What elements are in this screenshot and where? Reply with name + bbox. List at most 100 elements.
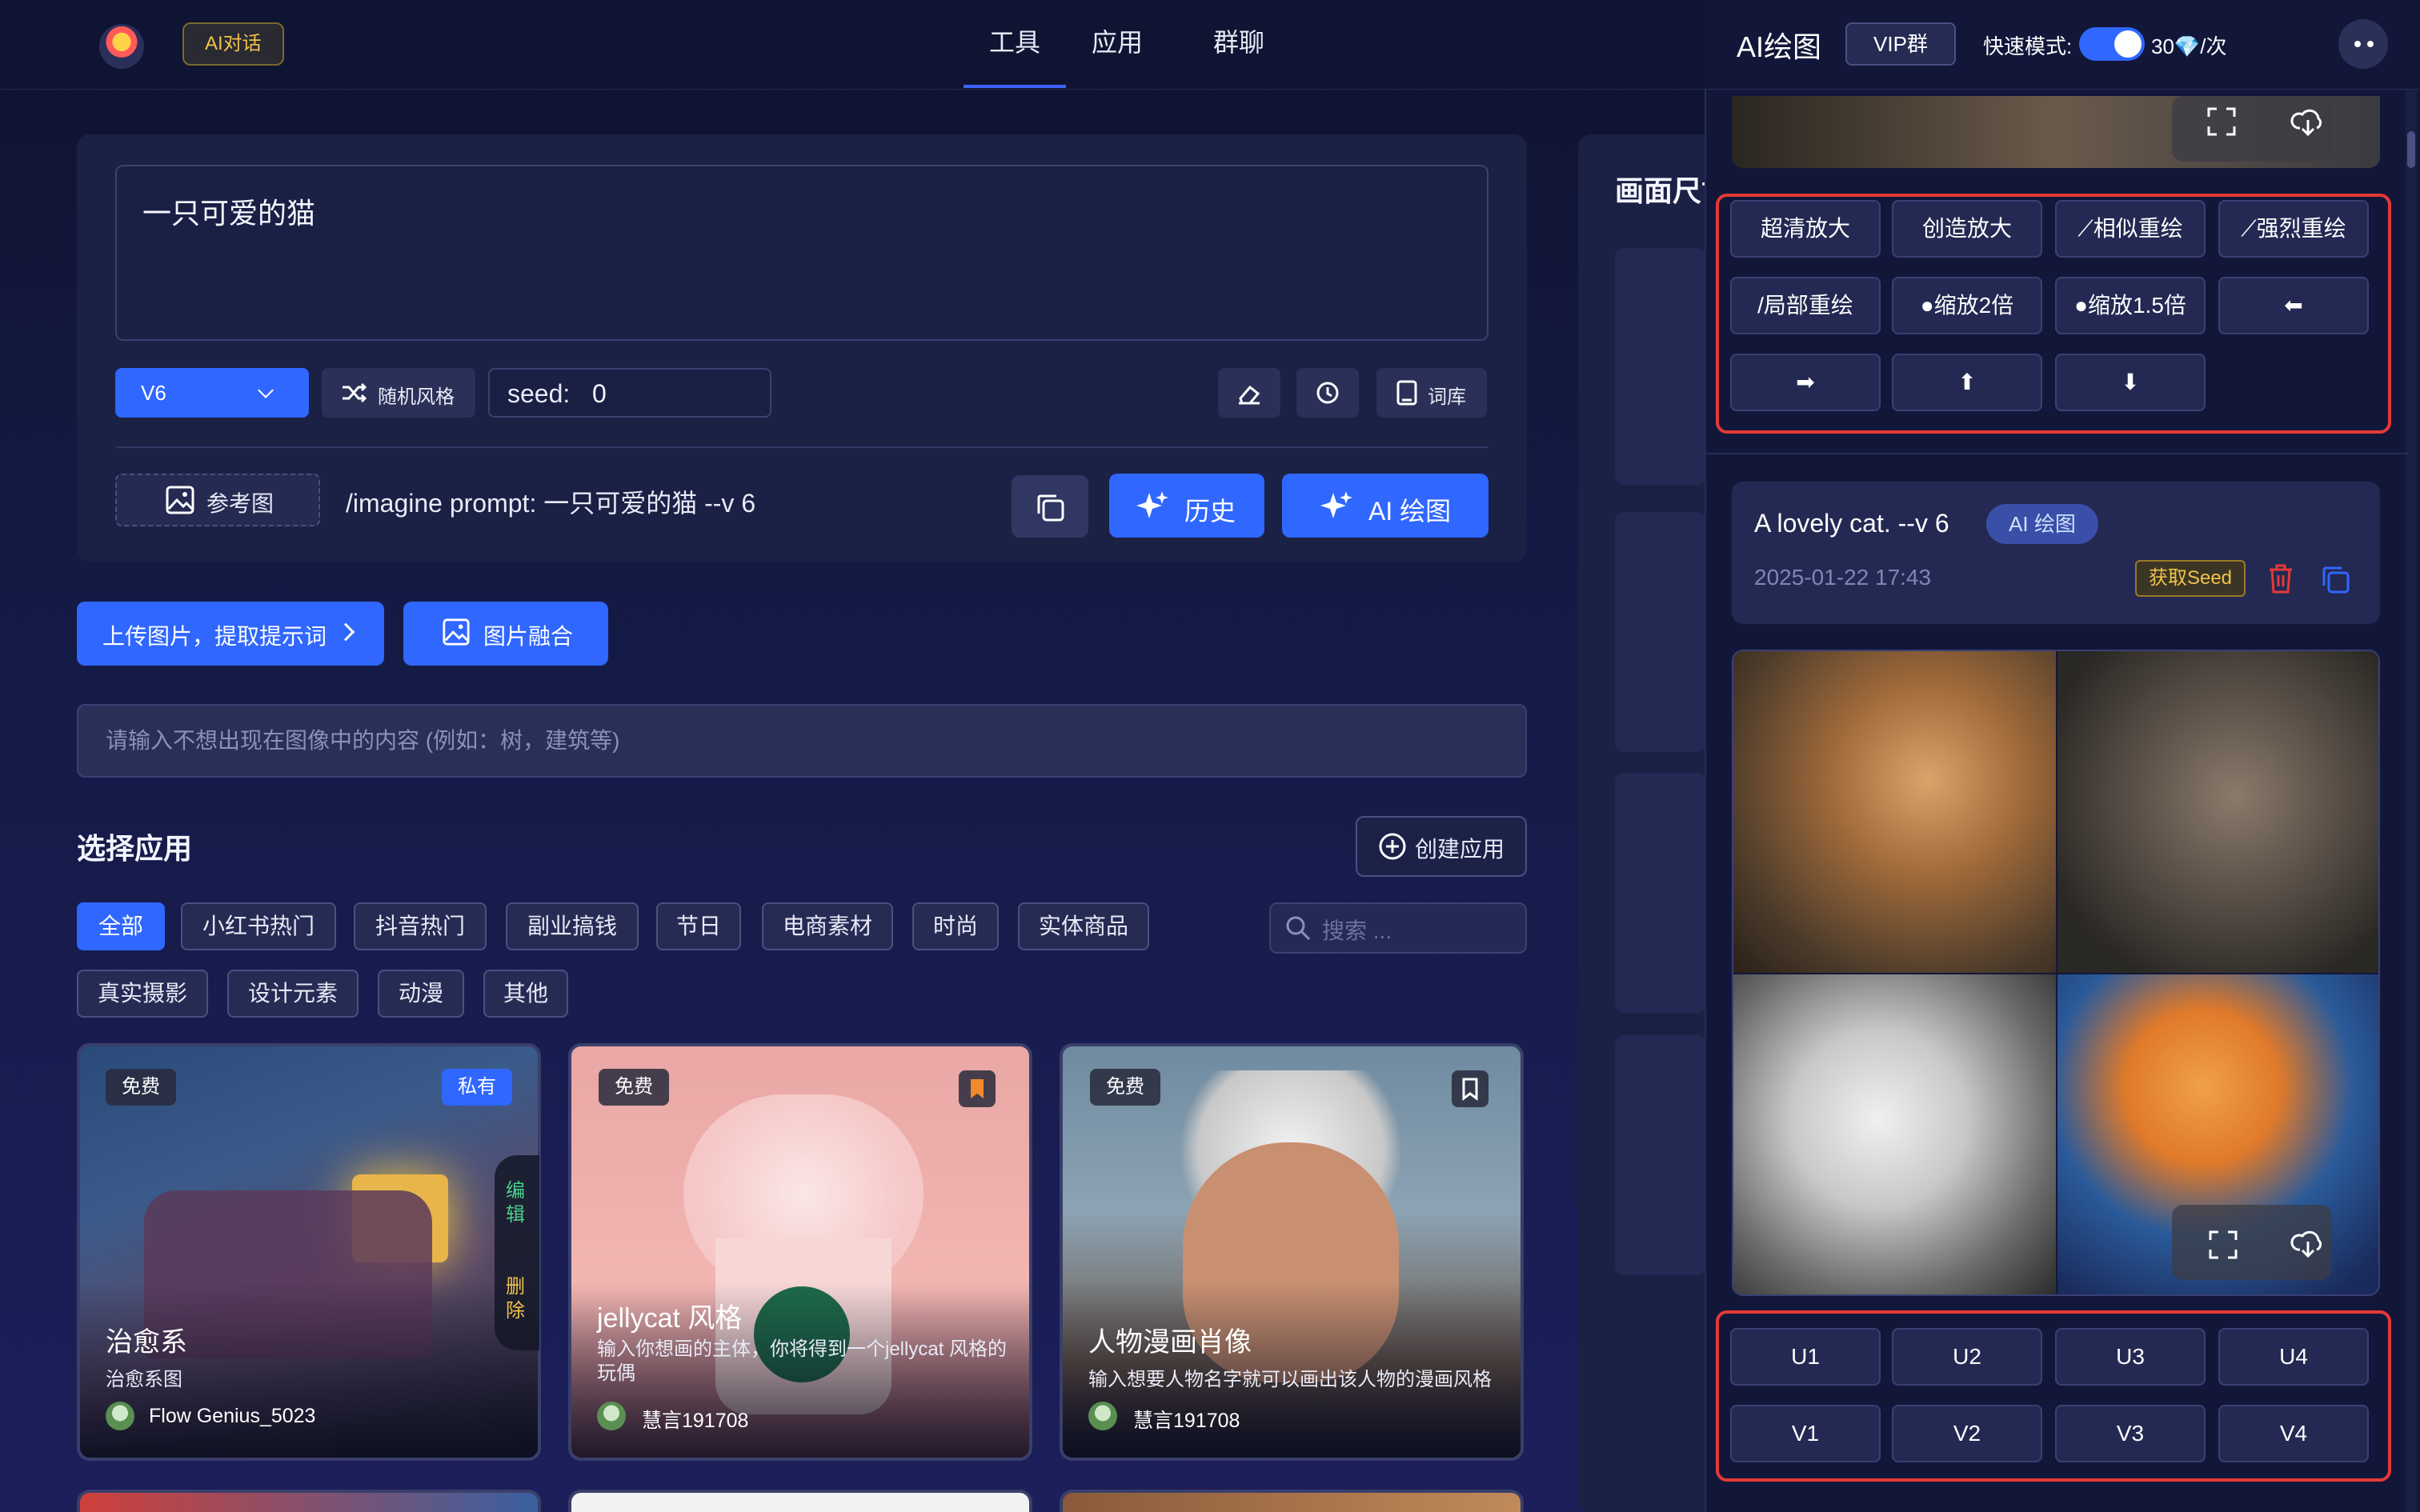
fullscreen-icon[interactable] [2207, 1229, 2239, 1265]
shuffle-icon [341, 381, 367, 409]
sparkle-icon [1135, 490, 1170, 529]
toggle-knob [2114, 30, 2142, 58]
vary-strong-label: 强烈重绘 [2256, 216, 2346, 241]
arrow-down-icon: ⬇ [2121, 370, 2140, 394]
card-description: 输入你想画的主体，你将得到一个jellycat 风格的玩偶 [597, 1338, 1008, 1384]
zoom-1-5x-button[interactable]: ●缩放1.5倍 [2055, 277, 2206, 334]
filter-fashion[interactable]: 时尚 [912, 902, 999, 950]
edit-button[interactable]: 编辑 [504, 1179, 527, 1227]
image-icon [442, 618, 471, 650]
upscale-u2-button[interactable]: U2 [1892, 1328, 2042, 1386]
card-title: 人物漫画肖像 [1088, 1327, 1252, 1358]
copy-icon [1034, 491, 1066, 527]
copy-icon[interactable] [2319, 563, 2351, 599]
filter-other[interactable]: 其他 [483, 970, 568, 1018]
arrow-up-icon: ⬆ [1957, 370, 1977, 394]
card-description: 治愈系图 [106, 1369, 182, 1390]
tab-tools[interactable]: 工具 [989, 22, 1040, 67]
app-card[interactable] [568, 1490, 1032, 1512]
upscale-u3-button[interactable]: U3 [2055, 1328, 2206, 1386]
variation-v1-button[interactable]: V1 [1730, 1405, 1881, 1462]
clock-history-icon [1314, 379, 1341, 410]
variation-v3-button[interactable]: V3 [2055, 1405, 2206, 1462]
job-type-badge: AI 绘图 [1986, 504, 2098, 544]
upscale-u1-button[interactable]: U1 [1730, 1328, 1881, 1386]
magnifier-icon: ● [2074, 293, 2088, 318]
app-logo-icon[interactable] [99, 24, 144, 69]
job-timestamp: 2025-01-22 17:43 [1754, 565, 1932, 590]
variation-v4-button[interactable]: V4 [2218, 1405, 2369, 1462]
zoom-1-5x-label: 缩放1.5倍 [2087, 293, 2186, 318]
image-icon [165, 485, 195, 519]
creative-upscale-button[interactable]: 创造放大 [1892, 200, 2042, 258]
sparkle-icon [1319, 490, 1354, 529]
cat-image-2[interactable] [2057, 651, 2378, 973]
filter-photography[interactable]: 真实摄影 [77, 970, 208, 1018]
pan-down-button[interactable]: ⬇ [2055, 354, 2206, 411]
download-cloud-icon[interactable] [2290, 104, 2326, 143]
prompt-textarea[interactable] [115, 165, 1488, 341]
tab-group-chat[interactable]: 群聊 [1213, 22, 1264, 67]
search-icon [1284, 914, 1312, 946]
filter-xiaohongshu[interactable]: 小红书热门 [181, 902, 336, 950]
filter-design[interactable]: 设计元素 [227, 970, 359, 1018]
bookmark-icon[interactable] [959, 1070, 996, 1107]
random-style-label: 随机风格 [378, 386, 455, 408]
upscale-u4-button[interactable]: U4 [2218, 1328, 2369, 1386]
filter-products[interactable]: 实体商品 [1018, 902, 1149, 950]
cat-image-1[interactable] [1733, 651, 2056, 973]
prompt-text: 一只可爱的猫 [142, 197, 316, 230]
ai-chat-badge[interactable]: AI对话 [182, 22, 284, 66]
cat-image-3[interactable] [1733, 974, 2056, 1294]
card-author: 慧言191708 [642, 1410, 749, 1432]
upscale-hd-button[interactable]: 超清放大 [1730, 200, 1881, 258]
filter-festival[interactable]: 节日 [656, 902, 741, 950]
negative-prompt-input[interactable]: 请输入不想出现在图像中的内容 (例如：树，建筑等) [77, 704, 1527, 778]
cost-label: 30💎/次 [2151, 34, 2227, 58]
app-card[interactable] [77, 1490, 541, 1512]
version-label: V6 [141, 381, 166, 405]
vary-strong-button[interactable]: ⟋强烈重绘 [2218, 200, 2369, 258]
history-label: 历史 [1184, 497, 1236, 526]
app-card[interactable] [1060, 1490, 1524, 1512]
vary-subtle-button[interactable]: ⟋相似重绘 [2055, 200, 2206, 258]
filter-all[interactable]: 全部 [77, 902, 165, 950]
tab-apps[interactable]: 应用 [1092, 22, 1143, 67]
seed-value: 0 [592, 379, 607, 408]
pan-up-button[interactable]: ⬆ [1892, 354, 2042, 411]
wand-icon: ⟋ [2077, 216, 2093, 241]
fullscreen-icon[interactable] [2206, 106, 2238, 142]
vary-region-label: 局部重绘 [1763, 293, 1853, 318]
pan-right-button[interactable]: ➡ [1730, 354, 1881, 411]
more-options-button[interactable] [2338, 19, 2388, 69]
filter-douyin[interactable]: 抖音热门 [354, 902, 487, 950]
job-card [1732, 482, 2380, 624]
more-dots-icon [2367, 41, 2374, 47]
trash-icon[interactable] [2265, 562, 2297, 599]
size-option[interactable] [1615, 512, 1706, 752]
filter-anime[interactable]: 动漫 [378, 970, 464, 1018]
scrollbar-track[interactable] [2406, 90, 2417, 1512]
private-badge: 私有 [442, 1069, 512, 1106]
size-option[interactable] [1615, 1035, 1706, 1275]
filter-side-hustle[interactable]: 副业搞钱 [506, 902, 639, 950]
size-option[interactable] [1615, 248, 1706, 485]
download-cloud-icon[interactable] [2290, 1226, 2326, 1265]
magnifier-icon: ● [1920, 293, 1934, 318]
scrollbar-thumb[interactable] [2407, 131, 2415, 168]
size-option[interactable] [1615, 773, 1706, 1013]
vary-region-button[interactable]: /局部重绘 [1730, 277, 1881, 334]
image-fusion-label: 图片融合 [483, 624, 574, 649]
delete-button[interactable]: 删除 [504, 1275, 527, 1323]
app-card-healing[interactable] [77, 1043, 541, 1461]
more-dots-icon [2354, 41, 2361, 47]
get-seed-button[interactable]: 获取Seed [2135, 560, 2246, 597]
variation-v2-button[interactable]: V2 [1892, 1405, 2042, 1462]
generated-image-grid[interactable] [1732, 650, 2380, 1296]
vip-group-button[interactable]: VIP群 [1845, 22, 1956, 66]
bookmark-outline-icon[interactable] [1452, 1070, 1488, 1107]
zoom-2x-button[interactable]: ●缩放2倍 [1892, 277, 2042, 334]
reference-image-label: 参考图 [206, 491, 274, 516]
filter-ecommerce[interactable]: 电商素材 [762, 902, 893, 950]
pan-left-button[interactable]: ⬅ [2218, 277, 2369, 334]
